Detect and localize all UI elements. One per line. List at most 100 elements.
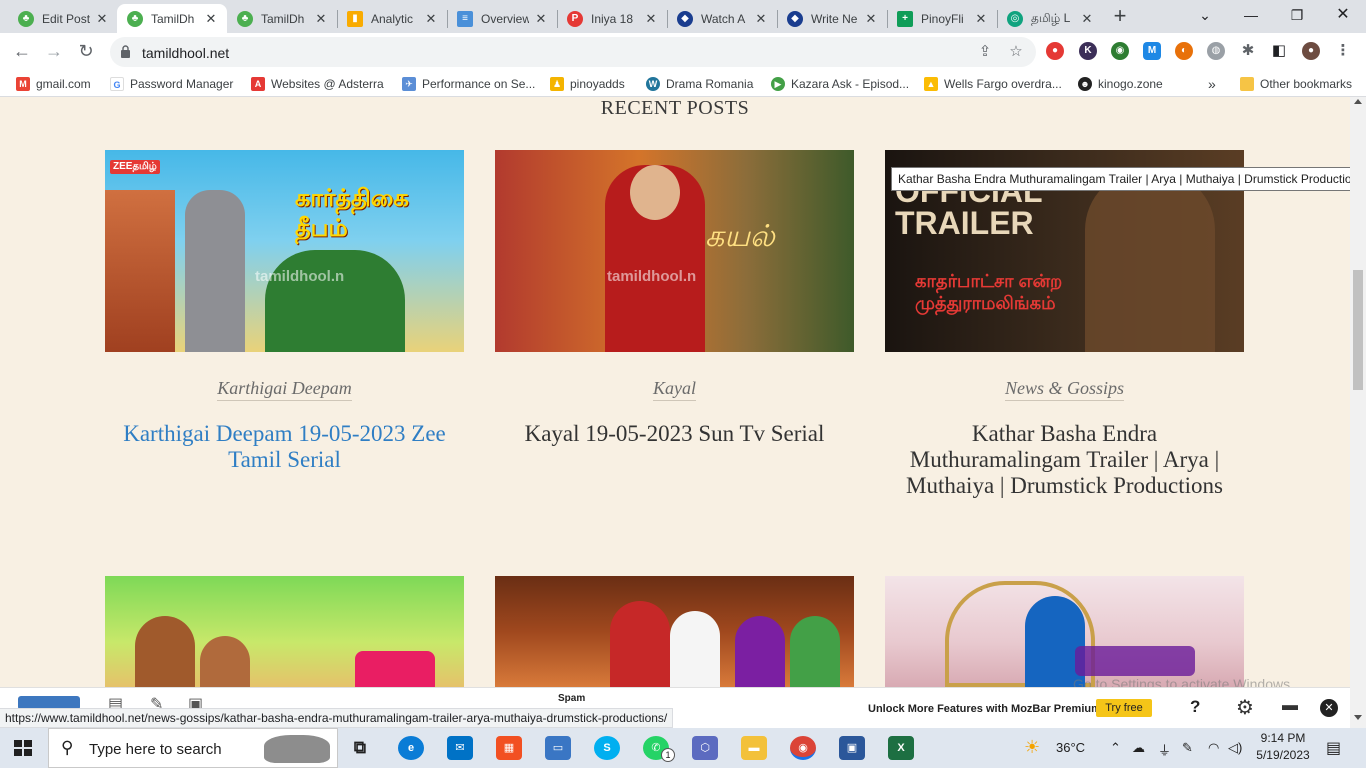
tab-iniya[interactable]: P Iniya 18 ✕ [557, 4, 667, 33]
new-tab-button[interactable]: + [1108, 5, 1132, 29]
restore-button[interactable]: ❐ [1274, 4, 1320, 28]
bookmark-wells-fargo[interactable]: ▲ Wells Fargo overdra... [924, 76, 1062, 92]
app-window-icon[interactable]: ▣ [839, 736, 865, 760]
onedrive-cloud-icon[interactable]: ☁ [1132, 740, 1145, 756]
tab-tamildhool[interactable]: ♣ TamilDh ✕ [227, 4, 337, 33]
tab-tamildhool-active[interactable]: ♣ TamilDh ✕ [117, 4, 227, 33]
clock-date[interactable]: 5/19/2023 [1255, 748, 1311, 762]
extension-red-icon[interactable]: ● [1046, 42, 1064, 60]
ime-icon[interactable]: ✎ [1182, 740, 1193, 756]
page-scrollbar[interactable] [1350, 97, 1366, 728]
close-tab-icon[interactable]: ✕ [643, 11, 659, 27]
address-bar[interactable]: tamildhool.net ⇪ ☆ [110, 37, 1036, 67]
share-icon[interactable]: ⇪ [976, 43, 994, 61]
excel-icon[interactable]: X [888, 736, 914, 760]
forward-arrow-icon[interactable]: → [42, 40, 66, 64]
page-content: RECENT POSTS ZEEதமிழ் கார்த்திகை தீபம் t… [0, 97, 1350, 687]
tab-tamil[interactable]: ◎ தமிழ் L ✕ [997, 4, 1103, 33]
volume-icon[interactable]: ◁) [1228, 740, 1242, 756]
extension-globe-icon[interactable]: ◉ [1111, 42, 1129, 60]
close-tab-icon[interactable]: ✕ [1079, 11, 1095, 27]
post-title-kathar-basha[interactable]: Kathar Basha Endra Muthuramalingam Trail… [885, 421, 1244, 499]
windows-start-icon[interactable] [14, 740, 32, 756]
computer-icon[interactable]: ▭ [545, 736, 571, 760]
skype-icon[interactable]: S [594, 736, 620, 760]
bookmark-adsterra[interactable]: A Websites @ Adsterra [251, 76, 384, 92]
mail-icon[interactable]: ✉ [447, 736, 473, 760]
close-tab-icon[interactable]: ✕ [423, 11, 439, 27]
file-explorer-icon[interactable]: ▬ [741, 736, 767, 760]
post-title-kayal[interactable]: Kayal 19-05-2023 Sun Tv Serial [495, 421, 854, 447]
post-thumbnail-row2-2[interactable] [495, 576, 854, 687]
wifi-icon[interactable]: ◠ [1208, 740, 1219, 756]
moz-minimize-icon[interactable]: ▬ [1282, 697, 1298, 715]
close-tab-icon[interactable]: ✕ [313, 11, 329, 27]
post-category-kayal[interactable]: Kayal [495, 378, 854, 401]
close-tab-icon[interactable]: ✕ [533, 11, 549, 27]
tab-search-chevron-icon[interactable]: ⌄ [1182, 4, 1228, 28]
moz-try-free-button[interactable]: Try free [1096, 699, 1152, 717]
category-link[interactable]: Kayal [653, 378, 696, 401]
taskbar-search-box[interactable]: ⚲ Type here to search [48, 728, 338, 768]
chrome-icon[interactable]: ◉ [790, 736, 816, 760]
bookmark-pinoyadds[interactable]: ♟ pinoyadds [550, 76, 625, 92]
clock-time[interactable]: 9:14 PM [1255, 731, 1311, 745]
app-hexagon-icon[interactable]: ⬡ [692, 736, 718, 760]
tab-overview[interactable]: ≡ Overview ✕ [447, 4, 557, 33]
moz-settings-gear-icon[interactable]: ⚙ [1236, 695, 1254, 720]
scroll-up-arrow-icon[interactable] [1354, 99, 1362, 104]
tray-chevron-up-icon[interactable]: ⌃ [1110, 740, 1121, 756]
extension-k-icon[interactable]: K [1079, 42, 1097, 60]
reload-icon[interactable]: ↻ [74, 40, 98, 64]
temperature-text[interactable]: 36°C [1056, 740, 1085, 755]
post-category-news[interactable]: News & Gossips [885, 378, 1244, 401]
notification-center-icon[interactable]: ▤ [1326, 738, 1341, 758]
usb-icon[interactable]: ⏚ [1158, 740, 1171, 759]
side-panel-icon[interactable]: ◧ [1270, 42, 1288, 60]
minimize-button[interactable]: — [1228, 4, 1274, 28]
task-view-icon[interactable]: ⧉ [347, 736, 373, 760]
tab-analytics[interactable]: ▮ Analytic ✕ [337, 4, 447, 33]
close-tab-icon[interactable]: ✕ [863, 11, 879, 27]
bookmark-gmail[interactable]: Mgmail.com [16, 76, 91, 92]
back-arrow-icon[interactable]: ← [10, 40, 34, 64]
menu-dots-icon[interactable]: ⋮ [1334, 42, 1352, 60]
tab-pinoyflix[interactable]: + PinoyFli ✕ [887, 4, 997, 33]
post-category-karthigai[interactable]: Karthigai Deepam [105, 378, 464, 401]
bookmark-star-icon[interactable]: ☆ [1007, 43, 1025, 61]
category-link[interactable]: Karthigai Deepam [217, 378, 352, 401]
scroll-down-arrow-icon[interactable] [1354, 715, 1362, 720]
weather-icon[interactable]: ☀ [1024, 737, 1040, 758]
tab-watch[interactable]: ◆ Watch A ✕ [667, 4, 777, 33]
extension-m-icon[interactable]: M [1143, 42, 1161, 60]
post-thumbnail-row2-1[interactable] [105, 576, 464, 687]
post-thumbnail-kayal[interactable]: கயல் tamildhool.n [495, 150, 854, 352]
extensions-puzzle-icon[interactable]: ✱ [1239, 42, 1257, 60]
close-tab-icon[interactable]: ✕ [203, 11, 219, 27]
bookmark-kazara[interactable]: ▶ Kazara Ask - Episod... [771, 76, 909, 92]
tab-write-new[interactable]: ◆ Write Ne ✕ [777, 4, 887, 33]
close-window-button[interactable]: ✕ [1320, 4, 1366, 28]
bookmarks-overflow-chevron[interactable]: » [1208, 76, 1216, 92]
tab-edit-post[interactable]: ♣ Edit Post ✕ [8, 4, 118, 33]
profile-avatar[interactable]: ● [1302, 42, 1320, 60]
category-link[interactable]: News & Gossips [1004, 378, 1125, 401]
bookmark-performance[interactable]: ✈ Performance on Se... [402, 76, 535, 92]
edge-icon[interactable]: e [398, 736, 424, 760]
close-tab-icon[interactable]: ✕ [94, 11, 110, 27]
post-thumbnail-karthigai[interactable]: ZEEதமிழ் கார்த்திகை தீபம் tamildhool.n [105, 150, 464, 352]
bookmark-other-folder[interactable]: Other bookmarks [1240, 76, 1352, 92]
bookmark-password-manager[interactable]: G Password Manager [110, 76, 233, 92]
bookmark-kinogo[interactable]: ☻ kinogo.zone [1078, 76, 1163, 92]
close-tab-icon[interactable]: ✕ [753, 11, 769, 27]
store-icon[interactable]: ▦ [496, 736, 522, 760]
extension-grey-globe-icon[interactable]: ◍ [1207, 42, 1225, 60]
moz-help-icon[interactable]: ? [1190, 697, 1200, 717]
moz-close-icon[interactable]: ✕ [1320, 699, 1338, 717]
extension-orange-icon[interactable]: ◐ [1175, 42, 1193, 60]
bookmark-drama-romania[interactable]: W Drama Romania [646, 76, 753, 92]
close-tab-icon[interactable]: ✕ [973, 11, 989, 27]
post-thumbnail-row2-3[interactable] [885, 576, 1244, 687]
post-title-karthigai[interactable]: Karthigai Deepam 19-05-2023 Zee Tamil Se… [105, 421, 464, 473]
scrollbar-thumb[interactable] [1353, 270, 1363, 390]
